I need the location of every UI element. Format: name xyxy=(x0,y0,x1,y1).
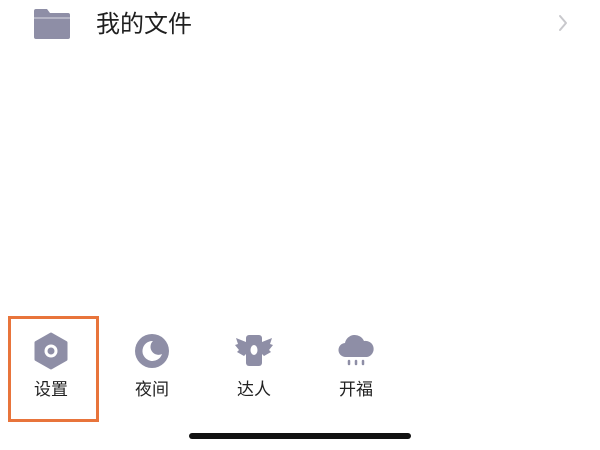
my-files-row[interactable]: 我的文件 xyxy=(0,0,600,50)
moon-icon xyxy=(135,334,169,368)
chevron-right-icon xyxy=(559,15,567,31)
shortcut-blessing[interactable]: 开福 xyxy=(318,330,394,410)
shortcut-label: 开福 xyxy=(339,380,373,400)
shortcut-settings[interactable]: 设置 xyxy=(13,330,89,410)
winged-badge-icon xyxy=(235,335,273,366)
my-files-label: 我的文件 xyxy=(96,10,192,38)
shortcut-label: 设置 xyxy=(34,380,68,400)
shortcut-night[interactable]: 夜间 xyxy=(114,330,190,410)
cloud-rain-icon xyxy=(338,334,374,366)
home-indicator[interactable] xyxy=(189,433,411,439)
shortcut-label: 夜间 xyxy=(135,380,169,400)
folder-icon xyxy=(34,9,70,39)
shortcut-label: 达人 xyxy=(237,380,271,400)
settings-hexagon-icon xyxy=(34,332,68,370)
shortcut-expert[interactable]: 达人 xyxy=(216,330,292,410)
